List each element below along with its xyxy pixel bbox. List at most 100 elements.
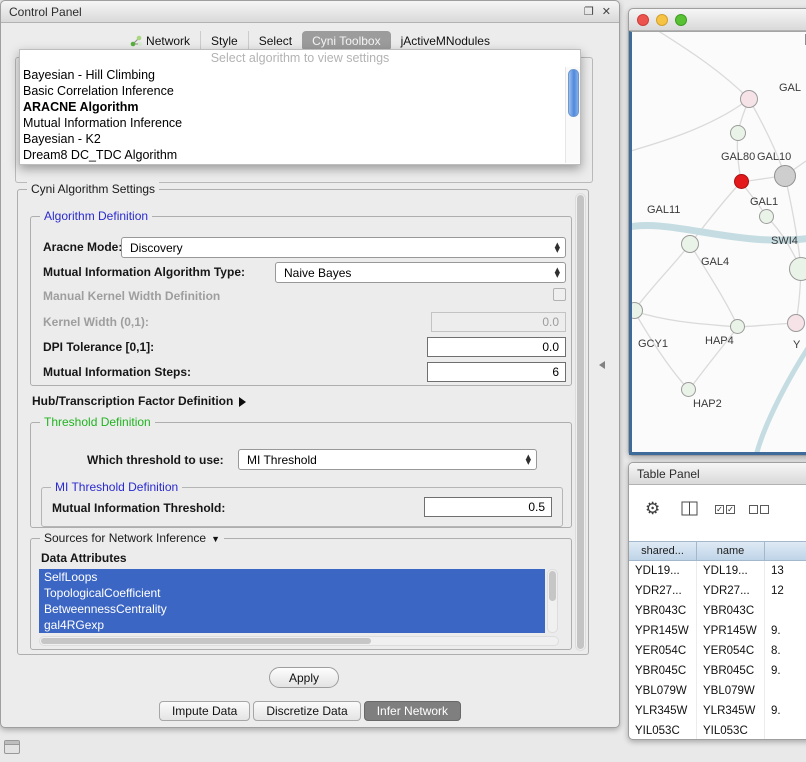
network-node[interactable] — [789, 257, 806, 281]
table-row[interactable]: YBR043CYBR043C — [629, 601, 806, 621]
attribute-list-vscrollbar[interactable] — [547, 569, 558, 633]
float-icon[interactable]: ❐ — [584, 5, 594, 18]
network-node-hap2[interactable] — [681, 382, 696, 397]
which-threshold-label: Which threshold to use: — [87, 453, 224, 467]
bottom-tab-infer-network[interactable]: Infer Network — [364, 701, 461, 721]
tab-cyni-toolbox[interactable]: Cyni Toolbox — [302, 31, 390, 51]
bottom-tab-discretize-data[interactable]: Discretize Data — [253, 701, 360, 721]
aracne-mode-combo[interactable]: Discovery ▲▼ — [121, 237, 566, 258]
network-node[interactable] — [730, 319, 745, 334]
close-icon[interactable]: ✕ — [602, 5, 611, 18]
aracne-mode-label: Aracne Mode: — [43, 240, 122, 254]
network-icon — [130, 35, 142, 47]
unchecked-box-icon — [749, 505, 758, 514]
table-row[interactable]: YPR145WYPR145W9. — [629, 621, 806, 641]
network-node-hap4[interactable] — [787, 314, 805, 332]
window-glyph — [5, 741, 19, 745]
hub-section-label[interactable]: Hub/Transcription Factor Definition — [32, 394, 246, 408]
traffic-minimize-icon[interactable] — [656, 14, 668, 26]
data-attributes-label: Data Attributes — [41, 551, 127, 565]
traffic-close-icon[interactable] — [637, 14, 649, 26]
cyni-settings-group: Cyni Algorithm Settings Algorithm Defini… — [17, 189, 589, 655]
column-header-name[interactable]: name — [697, 541, 765, 561]
attribute-list-hscrollbar[interactable] — [39, 636, 559, 646]
network-canvas[interactable]: GAL80 GAL10 GAL11 GAL1 SWI4 GAL4 GCY1 HA… — [629, 31, 806, 455]
kernel-width-field[interactable]: 0.0 — [431, 312, 566, 332]
table-row[interactable]: YER054CYER054C8. — [629, 641, 806, 661]
dropdown-scrollbar[interactable] — [565, 67, 580, 163]
table-row[interactable]: YDL19...YDL19...13 — [629, 561, 806, 581]
column-header-cut[interactable] — [765, 541, 806, 561]
network-node[interactable] — [740, 90, 758, 108]
vscrollbar-thumb[interactable] — [549, 571, 556, 601]
hscrollbar-thumb[interactable] — [41, 638, 371, 644]
node-label: GAL4 — [701, 256, 729, 268]
window-title: Control Panel — [9, 5, 82, 19]
mi-steps-label: Mutual Information Steps: — [43, 365, 191, 379]
manual-kernel-checkbox[interactable] — [553, 288, 566, 301]
table-row[interactable]: YDR27...YDR27...12 — [629, 581, 806, 601]
table-row[interactable]: YBL079WYBL079W — [629, 681, 806, 701]
gear-icon[interactable]: ⚙ — [645, 499, 660, 519]
network-node[interactable] — [730, 125, 746, 141]
network-node-gal4[interactable] — [681, 235, 699, 253]
dropdown-item[interactable]: Bayesian - Hill Climbing — [20, 67, 580, 83]
table-row[interactable]: YIL053CYIL053C — [629, 721, 806, 739]
mi-threshold-field[interactable]: 0.5 — [424, 497, 552, 517]
attribute-item[interactable]: SelfLoops — [39, 569, 545, 585]
combo-arrows-icon: ▲▼ — [521, 455, 536, 465]
apply-button[interactable]: Apply — [269, 667, 339, 688]
collapsed-panel-icon[interactable] — [4, 740, 20, 754]
table-panel-titlebar[interactable]: Table Panel — [629, 463, 806, 485]
columns-icon[interactable] — [681, 501, 699, 516]
dropdown-item[interactable]: Mutual Information Inference — [20, 115, 580, 131]
settings-scrollbar-thumb[interactable] — [577, 195, 584, 649]
network-node-gal10[interactable] — [734, 174, 749, 189]
select-all-columns-icon[interactable]: ✓ ✓ — [715, 505, 735, 514]
collapse-down-icon[interactable]: ▼ — [211, 534, 220, 544]
node-label: GAL10 — [757, 151, 791, 163]
network-titlebar[interactable] — [629, 9, 806, 31]
control-panel-titlebar[interactable]: Control Panel ❐ ✕ — [1, 1, 619, 23]
network-node[interactable] — [774, 165, 796, 187]
table-panel-window: Table Panel ⚙ ✓ ✓ shared... name YDL19..… — [628, 462, 806, 740]
mi-type-combo[interactable]: Naive Bayes ▲▼ — [275, 262, 566, 283]
dropdown-scrollbar-thumb[interactable] — [568, 69, 579, 117]
tab-select[interactable]: Select — [248, 31, 302, 51]
sources-group-title[interactable]: Sources for Network Inference▼ — [40, 531, 224, 545]
attribute-item[interactable]: BetweennessCentrality — [39, 601, 545, 617]
dropdown-placeholder: Select algorithm to view settings — [20, 50, 580, 67]
dropdown-item-selected[interactable]: ARACNE Algorithm — [20, 99, 580, 115]
tab-jactivemnodules[interactable]: jActiveMNodules — [391, 31, 500, 51]
tab-network[interactable]: Network — [120, 31, 200, 51]
bottom-tab-impute-data[interactable]: Impute Data — [159, 701, 250, 721]
splitter-handle[interactable] — [599, 361, 605, 369]
dropdown-item[interactable]: Basic Correlation Inference — [20, 83, 580, 99]
checked-box-icon: ✓ — [726, 505, 735, 514]
attribute-item[interactable]: gal4RGexp — [39, 617, 545, 633]
traffic-zoom-icon[interactable] — [675, 14, 687, 26]
node-label: Y — [793, 339, 800, 351]
table-row[interactable]: YLR345WYLR345W9. — [629, 701, 806, 721]
which-threshold-combo[interactable]: MI Threshold ▲▼ — [238, 449, 537, 470]
deselect-all-columns-icon[interactable] — [749, 505, 769, 514]
table-toolbar: ⚙ ✓ ✓ — [629, 489, 806, 537]
dropdown-item[interactable]: Bayesian - K2 — [20, 131, 580, 147]
control-panel-tabs: Network Style Select Cyni Toolbox jActiv… — [1, 31, 619, 51]
settings-group-title: Cyni Algorithm Settings — [27, 182, 159, 196]
dpi-tolerance-field[interactable]: 0.0 — [427, 337, 566, 357]
column-header-shared-name[interactable]: shared... — [629, 541, 697, 561]
table-row[interactable]: YBR045CYBR045C9. — [629, 661, 806, 681]
dropdown-item[interactable]: Dream8 DC_TDC Algorithm — [20, 147, 580, 163]
attribute-item[interactable]: TopologicalCoefficient — [39, 585, 545, 601]
node-label: GAL — [779, 82, 801, 94]
tab-style[interactable]: Style — [200, 31, 248, 51]
expand-right-icon[interactable] — [239, 397, 246, 407]
table-panel-title: Table Panel — [637, 467, 700, 481]
control-panel-window: Control Panel ❐ ✕ Network Style Select C… — [0, 0, 620, 728]
settings-scrollbar[interactable] — [575, 193, 586, 651]
node-label: GAL80 — [721, 151, 755, 163]
mi-steps-field[interactable]: 6 — [427, 362, 566, 382]
combo-arrows-icon: ▲▼ — [550, 243, 565, 253]
network-node[interactable] — [759, 209, 774, 224]
